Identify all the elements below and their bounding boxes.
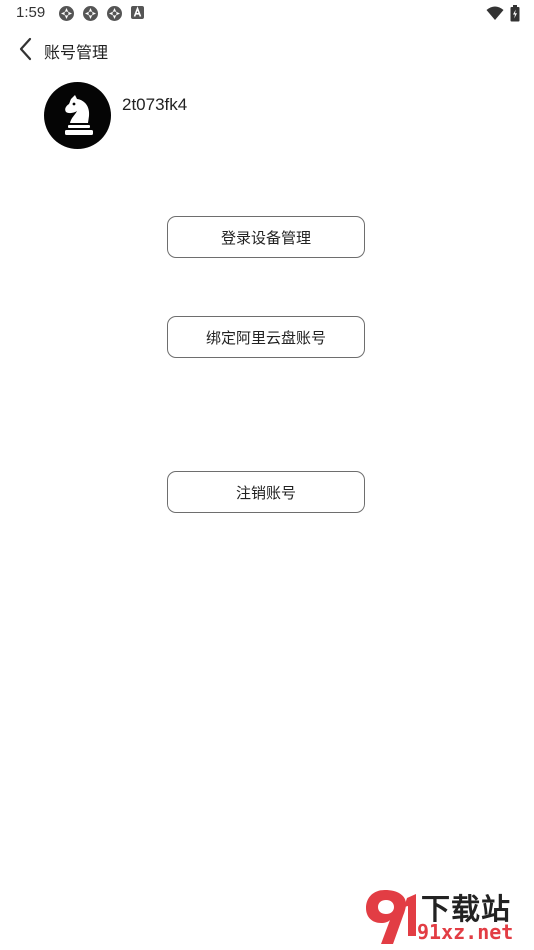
watermark: 下载站 91xz.net xyxy=(359,884,534,950)
bind-aliyun-button[interactable]: 绑定阿里云盘账号 xyxy=(167,316,365,358)
login-devices-button[interactable]: 登录设备管理 xyxy=(167,216,365,258)
app-header: 账号管理 xyxy=(0,32,534,66)
avatar[interactable] xyxy=(44,82,111,149)
battery-icon xyxy=(510,5,520,22)
a-notification-icon xyxy=(131,6,144,19)
wifi-icon xyxy=(486,6,504,20)
username: 2t073fk4 xyxy=(122,95,188,114)
aperture-icon xyxy=(59,6,74,21)
chess-knight-icon xyxy=(65,95,93,135)
91-logo-icon xyxy=(366,890,416,944)
status-time: 1:59 xyxy=(16,4,46,21)
watermark-text-bottom: 91xz.net xyxy=(417,920,514,944)
delete-account-button[interactable]: 注销账号 xyxy=(167,471,365,513)
status-bar: 1:59 xyxy=(0,0,534,28)
aperture-icon xyxy=(83,6,98,21)
page-title: 账号管理 xyxy=(44,43,109,62)
aperture-icon xyxy=(107,6,122,21)
status-icons-left xyxy=(58,5,145,22)
status-icons-right xyxy=(486,5,520,22)
chevron-left-icon xyxy=(19,37,32,61)
back-button[interactable] xyxy=(14,36,40,62)
